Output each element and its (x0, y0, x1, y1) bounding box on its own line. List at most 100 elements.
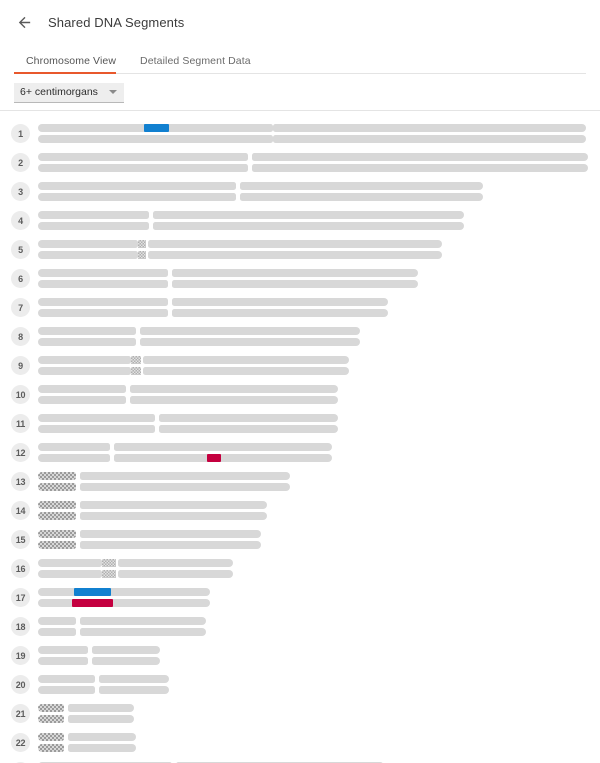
chromosome-strands (38, 757, 600, 763)
strand-paternal (38, 192, 600, 201)
chromosome-arm (38, 413, 155, 422)
chromosome-arm (80, 627, 206, 636)
strand-paternal (38, 598, 600, 607)
chromosome-arm (38, 221, 149, 230)
chromosome-arm (153, 210, 464, 219)
chromosome-arm (38, 355, 131, 364)
back-arrow-icon[interactable] (14, 12, 34, 32)
chromosome-row: 10 (0, 380, 600, 409)
strand-paternal (38, 424, 600, 433)
chromosome-label-21: 21 (11, 704, 30, 723)
strand-maternal (38, 703, 600, 712)
tab-bar: Chromosome View Detailed Segment Data (0, 48, 600, 74)
strand-paternal (38, 743, 600, 752)
chromosome-arm (118, 558, 233, 567)
chromosome-arm (140, 337, 360, 346)
chromosome-arm (130, 395, 338, 404)
chromosome-label-5: 5 (11, 240, 30, 259)
strand-paternal (38, 569, 600, 578)
chromosome-arm (118, 569, 233, 578)
chromosome-arm (38, 453, 110, 462)
chromosome-row: 8 (0, 322, 600, 351)
chromosome-row: 2 (0, 148, 600, 177)
chromosome-label-2: 2 (11, 153, 30, 172)
chromosome-row: 7 (0, 293, 600, 322)
chromosome-arm (80, 471, 290, 480)
chromosome-arm (172, 279, 418, 288)
strand-maternal (38, 558, 600, 567)
chromosome-arm (38, 163, 248, 172)
chromosome-arm (38, 210, 149, 219)
chromosome-arm (38, 297, 168, 306)
strand-paternal (38, 308, 600, 317)
strand-paternal (38, 163, 600, 172)
chromosome-strands (38, 119, 600, 148)
chromosome-arm (38, 645, 88, 654)
chromosome-arm (38, 239, 138, 248)
chromosome-arm (159, 424, 338, 433)
strand-maternal (38, 181, 600, 190)
chromosome-row: 11 (0, 409, 600, 438)
tab-detailed-segment-data[interactable]: Detailed Segment Data (128, 55, 263, 74)
chromosome-row: 14 (0, 496, 600, 525)
strand-paternal (38, 134, 600, 143)
chromosome-strands (38, 351, 600, 380)
chromosome-arm (38, 279, 168, 288)
strand-maternal (38, 500, 600, 509)
chromosome-arm (38, 250, 138, 259)
chromosome-row: 13 (0, 467, 600, 496)
strand-paternal (38, 482, 600, 491)
chromosome-label-14: 14 (11, 501, 30, 520)
chromosome-strands (38, 525, 600, 554)
chromosome-arm (240, 181, 483, 190)
chromosome-row: 1 (0, 119, 600, 148)
chromosome-strands (38, 641, 600, 670)
chevron-down-icon (109, 90, 117, 94)
chromosome-label-19: 19 (11, 646, 30, 665)
chromosome-arm (172, 268, 418, 277)
chromosome-arm (114, 442, 332, 451)
chromosome-strands (38, 583, 600, 612)
chromosome-label-8: 8 (11, 327, 30, 346)
chromosome-arm (38, 471, 76, 480)
chromosome-arm (38, 511, 76, 520)
chromosome-strands (38, 670, 600, 699)
chromosome-arm (252, 152, 588, 161)
strand-maternal (38, 471, 600, 480)
chromosome-arm (99, 685, 169, 694)
strand-paternal (38, 395, 600, 404)
centimorgan-filter-select[interactable]: 6+ centimorgans (14, 82, 124, 103)
chromosome-label-15: 15 (11, 530, 30, 549)
chromosome-arm (80, 482, 290, 491)
filter-divider (0, 109, 600, 111)
chromosome-row: 22 (0, 728, 600, 757)
chromosome-arm (38, 308, 168, 317)
strand-paternal (38, 453, 600, 462)
chromosome-strands (38, 728, 600, 757)
shared-segment[interactable] (74, 587, 111, 596)
chromosome-strands (38, 235, 600, 264)
chromosome-strands (38, 699, 600, 728)
chromosome-arm (138, 239, 146, 248)
strand-paternal (38, 279, 600, 288)
strand-paternal (38, 656, 600, 665)
chromosome-label-17: 17 (11, 588, 30, 607)
chromosome-arm (38, 703, 64, 712)
chromosome-strands (38, 322, 600, 351)
chromosome-strands (38, 177, 600, 206)
shared-segment[interactable] (72, 598, 113, 607)
strand-paternal (38, 714, 600, 723)
shared-segment[interactable] (207, 453, 221, 462)
chromosome-arm (38, 424, 155, 433)
strand-maternal (38, 123, 600, 132)
chromosome-strands (38, 612, 600, 641)
tab-active-underline (14, 72, 116, 74)
filter-row: 6+ centimorgans (0, 74, 600, 103)
strand-maternal (38, 645, 600, 654)
strand-maternal (38, 355, 600, 364)
shared-segment[interactable] (144, 123, 169, 132)
chromosome-label-20: 20 (11, 675, 30, 694)
chromosome-arm (114, 453, 332, 462)
strand-maternal (38, 152, 600, 161)
strand-maternal (38, 326, 600, 335)
